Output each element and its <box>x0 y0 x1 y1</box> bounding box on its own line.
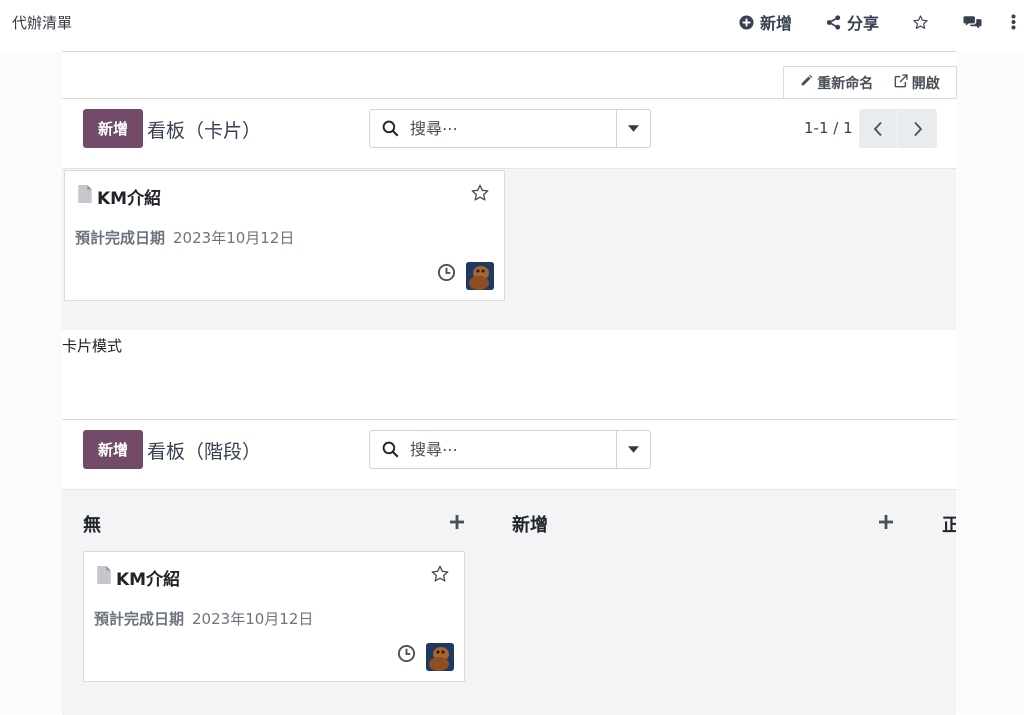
pager-next-button[interactable] <box>898 109 937 148</box>
card-title-text: KM介紹 <box>116 570 181 590</box>
card-title: KM介紹 <box>96 565 180 590</box>
kanban-area: 無 新增 正 KM介紹 預計完成日期 2023年10月12日 <box>62 490 956 715</box>
card-title: KM介紹 <box>77 184 161 209</box>
deadline-value: 2023年10月12日 <box>173 229 295 247</box>
pager-buttons <box>859 109 937 148</box>
rename-button[interactable]: 重新命名 <box>800 73 873 93</box>
pager-value[interactable]: 1-1 / 1 <box>804 119 853 137</box>
plus-icon[interactable] <box>879 514 893 533</box>
clock-icon[interactable] <box>397 644 416 667</box>
column-header-partial[interactable]: 正 <box>942 511 956 537</box>
top-actions: 新增 分享 <box>739 10 1024 34</box>
kanban-card-view: 新增 看板（卡片） 1-1 / 1 <box>62 98 956 330</box>
favorite-button[interactable] <box>912 14 929 31</box>
share-button[interactable]: 分享 <box>826 10 879 34</box>
star-icon[interactable] <box>430 564 450 588</box>
kanban-card[interactable]: KM介紹 預計完成日期 2023年10月12日 <box>83 551 465 682</box>
search-options-toggle[interactable] <box>616 431 650 468</box>
caret-down-icon <box>628 125 639 132</box>
search-input[interactable] <box>410 431 616 468</box>
caption-text: 卡片模式 <box>62 337 123 355</box>
avatar[interactable] <box>426 643 454 671</box>
article-title[interactable]: 代辦清單 <box>12 12 72 33</box>
avatar[interactable] <box>466 262 494 290</box>
embedded-view-toolbar: 重新命名 開啟 <box>783 66 957 99</box>
column-header-new[interactable]: 新增 <box>512 511 548 537</box>
pager-previous-button[interactable] <box>859 109 898 148</box>
chevron-right-icon <box>913 121 922 136</box>
more-icon <box>1011 14 1016 30</box>
kanban-card[interactable]: KM介紹 預計完成日期 2023年10月12日 <box>64 170 505 301</box>
share-icon <box>826 14 841 30</box>
new-record-button[interactable]: 新增 <box>83 430 143 469</box>
kanban-stage-view: 新增 看板（階段） 無 新增 正 KM介紹 <box>62 419 956 715</box>
search-box <box>369 430 651 469</box>
chat-icon <box>963 14 982 30</box>
caret-down-icon <box>628 446 639 453</box>
view-title: 看板（卡片） <box>147 120 262 142</box>
plus-icon[interactable] <box>450 514 464 533</box>
star-icon <box>912 14 929 31</box>
header-divider <box>62 51 956 52</box>
deadline: 預計完成日期 2023年10月12日 <box>75 227 294 248</box>
column-header-none[interactable]: 無 <box>83 511 101 537</box>
deadline-value: 2023年10月12日 <box>192 610 314 628</box>
deadline-label: 預計完成日期 <box>94 610 185 628</box>
rename-label: 重新命名 <box>817 75 874 92</box>
file-icon <box>77 185 93 208</box>
search-icon <box>370 431 410 468</box>
top-bar: 代辦清單 新增 分享 <box>0 0 1024 44</box>
card-title-text: KM介紹 <box>97 189 162 209</box>
left-margin <box>0 52 62 714</box>
new-record-button[interactable]: 新增 <box>83 109 143 148</box>
open-button[interactable]: 開啟 <box>894 73 940 93</box>
star-icon[interactable] <box>470 183 490 207</box>
more-button[interactable] <box>1011 14 1016 30</box>
pencil-icon <box>800 74 813 91</box>
search-icon <box>370 110 410 147</box>
plus-circle-icon <box>739 14 754 30</box>
kanban-area: KM介紹 預計完成日期 2023年10月12日 <box>62 169 956 330</box>
chevron-left-icon <box>873 121 882 136</box>
new-article-label: 新增 <box>759 14 792 33</box>
deadline: 預計完成日期 2023年10月12日 <box>94 608 313 629</box>
chatter-button[interactable] <box>963 14 982 30</box>
view-title: 看板（階段） <box>147 441 262 463</box>
share-label: 分享 <box>846 14 879 33</box>
open-label: 開啟 <box>911 75 940 92</box>
search-input[interactable] <box>410 110 616 147</box>
external-link-icon <box>894 73 908 92</box>
control-panel: 新增 看板（卡片） 1-1 / 1 <box>62 99 956 169</box>
control-panel: 新增 看板（階段） <box>62 420 956 490</box>
new-article-button[interactable]: 新增 <box>739 10 792 34</box>
right-margin <box>956 52 1024 714</box>
search-options-toggle[interactable] <box>616 110 650 147</box>
file-icon <box>96 566 112 589</box>
deadline-label: 預計完成日期 <box>75 229 166 247</box>
clock-icon[interactable] <box>437 263 456 286</box>
search-box <box>369 109 651 148</box>
